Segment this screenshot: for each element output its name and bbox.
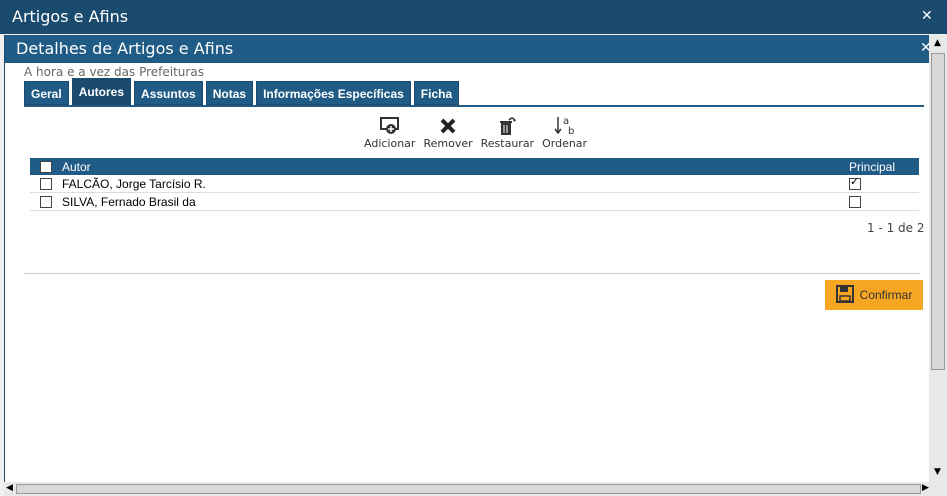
sort-label: Ordenar <box>542 137 588 150</box>
select-all-cell <box>30 158 62 175</box>
tab-ficha[interactable]: Ficha <box>413 81 460 105</box>
principal-cell <box>849 175 919 193</box>
tab-underline <box>24 105 924 107</box>
tab-bar: Geral Autores Assuntos Notas Informações… <box>24 78 460 105</box>
remove-icon <box>438 115 458 137</box>
inner-window: Detalhes de Artigos e Afins ✕ A hora e a… <box>4 35 932 482</box>
column-header-principal[interactable]: Principal <box>849 158 919 175</box>
vertical-scroll-thumb[interactable] <box>931 53 945 370</box>
tab-autores[interactable]: Autores <box>71 78 132 105</box>
horizontal-scroll-thumb[interactable] <box>16 484 921 494</box>
outer-window-title: Artigos e Afins <box>12 7 129 26</box>
tab-assuntos[interactable]: Assuntos <box>134 81 203 105</box>
table-row[interactable]: FALCÃO, Jorge Tarcísio R. <box>30 175 919 193</box>
add-label: Adicionar <box>364 137 416 150</box>
restore-trash-icon <box>497 115 517 137</box>
pagination-info: 1 - 1 de 2 <box>867 221 925 235</box>
vertical-scrollbar[interactable]: ▲ ▼ <box>929 35 947 482</box>
table-row[interactable]: SILVA, Fernado Brasil da <box>30 192 919 211</box>
save-icon <box>835 284 854 306</box>
confirm-button[interactable]: Confirmar <box>825 280 923 310</box>
inner-titlebar: Detalhes de Artigos e Afins ✕ <box>5 35 932 63</box>
horizontal-scrollbar[interactable]: ◀ ▶ <box>4 482 947 496</box>
tab-informacoes-especificas[interactable]: Informações Específicas <box>256 81 411 105</box>
select-all-checkbox[interactable] <box>40 161 52 174</box>
record-subtitle: A hora e a vez das Prefeituras <box>24 65 204 79</box>
row-checkbox[interactable] <box>40 178 52 191</box>
scroll-right-icon[interactable]: ▶ <box>922 483 929 493</box>
outer-close-icon[interactable]: ✕ <box>921 8 933 24</box>
divider <box>24 273 920 274</box>
table-header: Autor Principal <box>30 158 919 175</box>
row-select-cell <box>30 192 62 211</box>
remove-label: Remover <box>423 137 473 150</box>
svg-text:b: b <box>568 126 574 137</box>
add-button[interactable]: Adicionar <box>360 115 419 150</box>
authors-table: Autor Principal FALCÃO, Jorge Tarcísio R… <box>30 158 919 211</box>
scroll-down-icon[interactable]: ▼ <box>934 467 941 477</box>
row-select-cell <box>30 175 62 193</box>
add-icon <box>379 115 401 137</box>
author-name: SILVA, Fernado Brasil da <box>62 192 849 211</box>
toolbar: Adicionar Remover Restaurar ab Ordenar <box>360 115 591 150</box>
row-checkbox[interactable] <box>40 196 52 209</box>
principal-checkbox[interactable] <box>849 175 861 191</box>
principal-cell <box>849 192 919 211</box>
outer-titlebar: Artigos e Afins ✕ <box>0 0 947 34</box>
scroll-up-icon[interactable]: ▲ <box>934 38 941 48</box>
principal-checkbox[interactable] <box>849 196 861 209</box>
column-header-author[interactable]: Autor <box>62 158 849 175</box>
restore-button[interactable]: Restaurar <box>477 115 538 150</box>
tab-geral[interactable]: Geral <box>24 81 69 105</box>
remove-button[interactable]: Remover <box>419 115 476 150</box>
confirm-label: Confirmar <box>859 288 913 302</box>
restore-label: Restaurar <box>480 137 535 150</box>
tab-notas[interactable]: Notas <box>205 81 254 105</box>
sort-button[interactable]: ab Ordenar <box>538 115 591 150</box>
author-name: FALCÃO, Jorge Tarcísio R. <box>62 175 849 193</box>
scroll-left-icon[interactable]: ◀ <box>6 483 13 493</box>
sort-icon: ab <box>553 115 577 137</box>
inner-window-title: Detalhes de Artigos e Afins <box>16 39 234 58</box>
